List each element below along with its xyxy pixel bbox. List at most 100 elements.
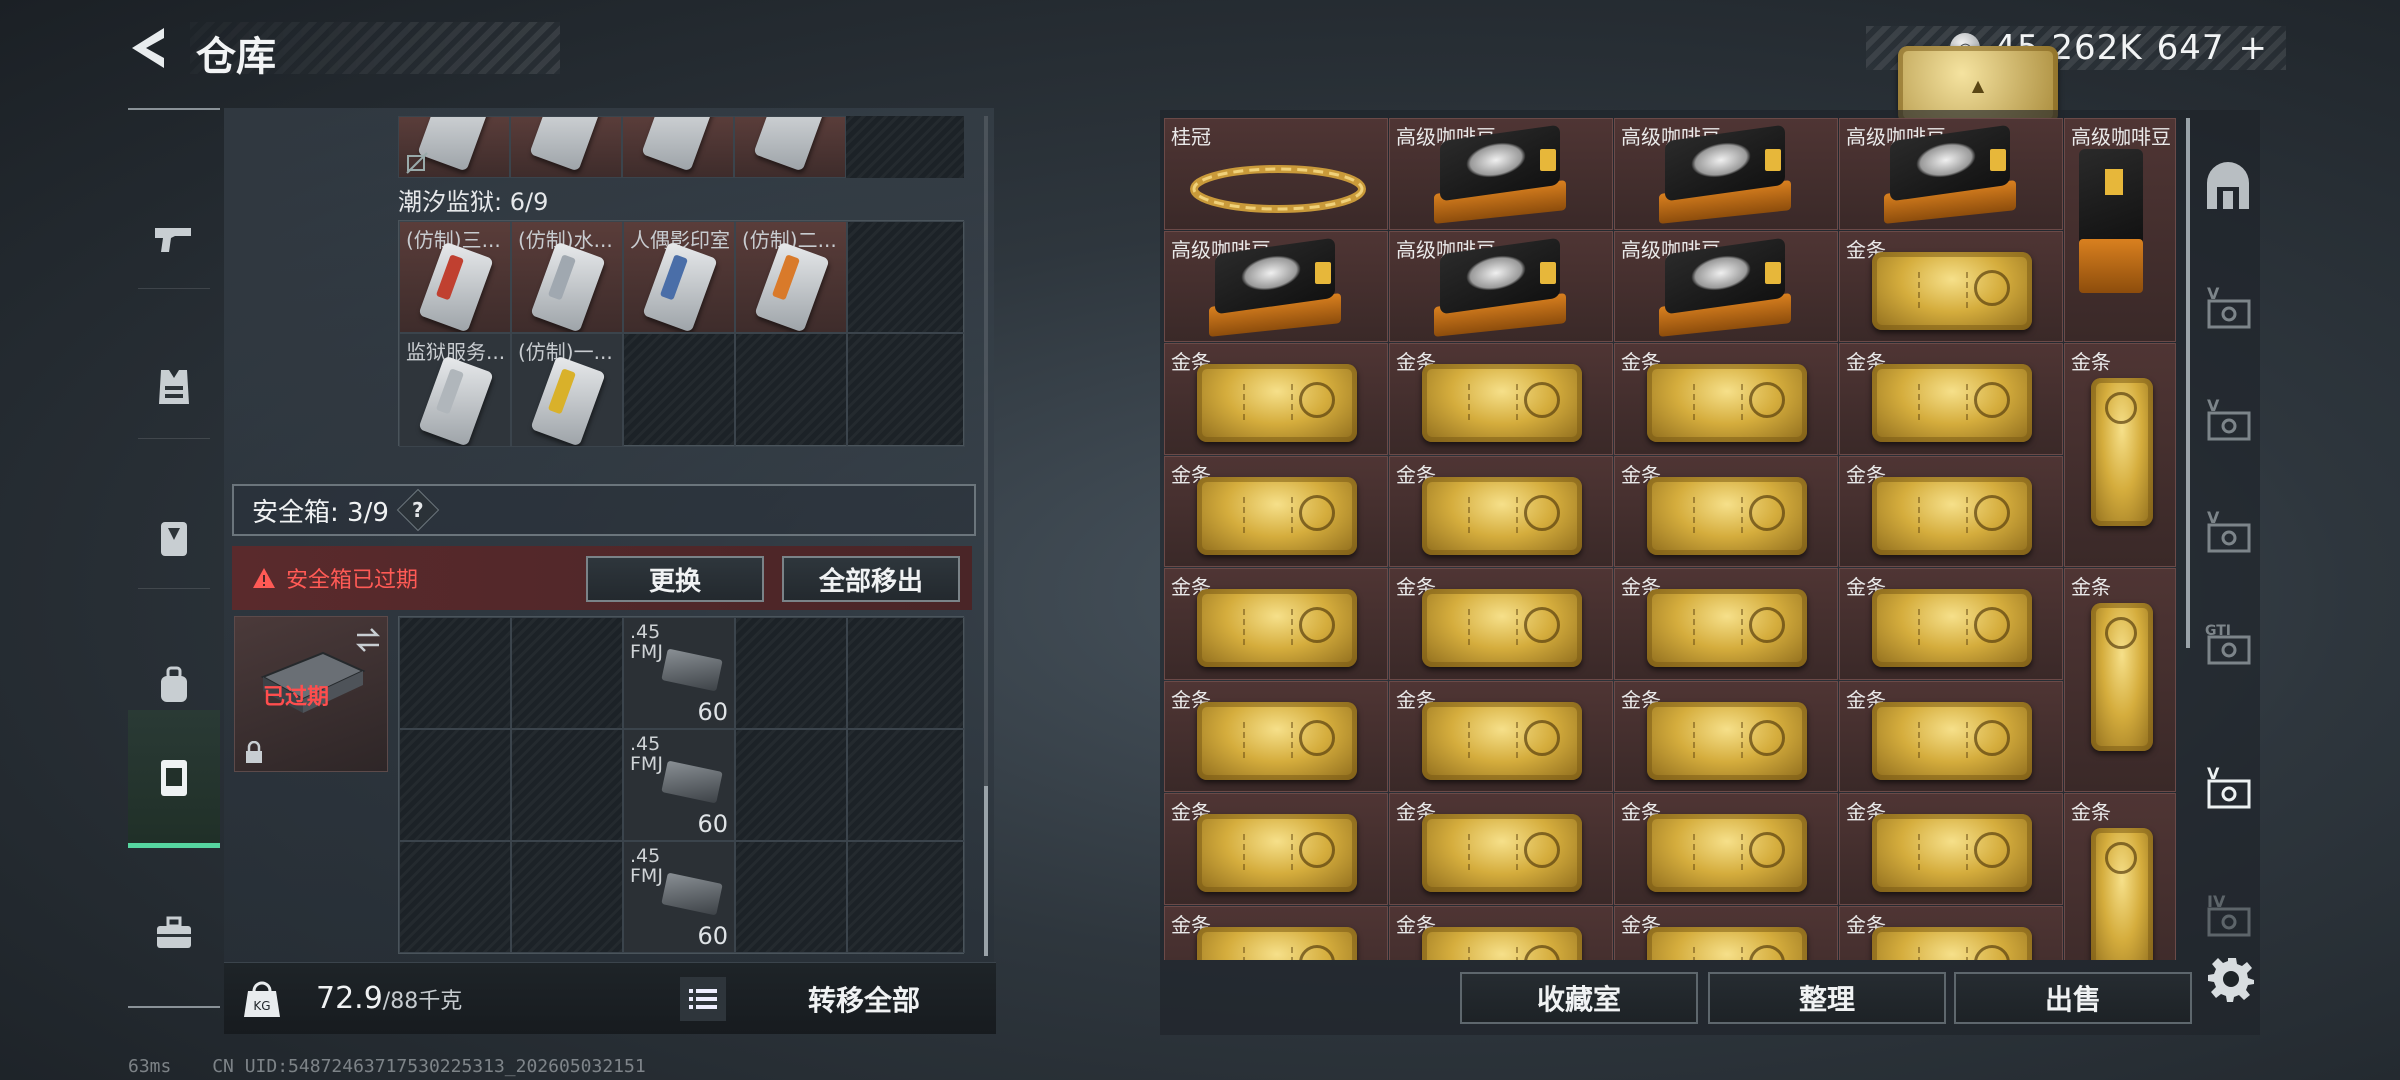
bar-engraving (1468, 496, 1518, 533)
stash-item[interactable]: 金条 (1389, 343, 1613, 455)
stash-item[interactable]: 金条 (1614, 568, 1838, 680)
empty-slot[interactable] (735, 617, 847, 729)
stash-item[interactable]: 金条 (1839, 343, 2063, 455)
empty-slot[interactable] (847, 617, 965, 729)
ammo-count: 60 (697, 810, 728, 838)
stash-item[interactable]: 金条 (2064, 793, 2176, 960)
stash-item[interactable]: 金条 (1614, 680, 1838, 792)
stash-item[interactable]: 金条 (1389, 905, 1613, 960)
right-scrollbar[interactable] (2186, 118, 2190, 648)
stash-item[interactable]: 金条 (1839, 905, 2063, 960)
empty-slot[interactable] (735, 841, 847, 953)
empty-slot[interactable] (399, 617, 511, 729)
stash-item[interactable]: 金条 (1164, 680, 1388, 792)
safebox-slot[interactable]: 已过期 (234, 616, 388, 772)
stash-tab-1[interactable]: V (2196, 252, 2260, 364)
grid-cell[interactable] (622, 116, 734, 178)
stash-item[interactable]: 金条 (1839, 455, 2063, 567)
prison-item[interactable]: (仿制)水... (511, 221, 623, 333)
help-button[interactable]: ? (396, 488, 440, 532)
stash-tab-4[interactable]: GTI (2196, 588, 2260, 700)
stash-item[interactable]: 高级咖啡豆 (1839, 118, 2063, 230)
rig-icon (161, 666, 187, 702)
stash-item[interactable]: 金条 (1389, 568, 1613, 680)
grid-cell[interactable] (398, 116, 510, 178)
add-currency-button[interactable]: + (2239, 28, 2269, 68)
sort-button[interactable]: 整理 (1708, 972, 1946, 1024)
stash-item[interactable]: 金条 (1839, 680, 2063, 792)
grid-cell[interactable] (510, 116, 622, 178)
nav-toolbox[interactable] (128, 868, 220, 998)
stash-item[interactable]: 金条 (1614, 905, 1838, 960)
stash-item[interactable]: 高级咖啡豆 (1389, 230, 1613, 342)
stash-item[interactable]: 高级咖啡豆 (1389, 118, 1613, 230)
stash-item[interactable]: 金条 (1164, 343, 1388, 455)
replace-button[interactable]: 更换 (586, 556, 764, 602)
scrollbar-thumb[interactable] (984, 786, 988, 956)
stash-item[interactable]: 高级咖啡豆 (1164, 230, 1388, 342)
stash-item[interactable]: 金条 (1389, 455, 1613, 567)
empty-slot[interactable] (511, 617, 623, 729)
stash-item[interactable]: 高级咖啡豆 (1614, 118, 1838, 230)
stash-tab-5-active[interactable]: V (2196, 732, 2260, 844)
stash-item[interactable]: 金条 (1164, 905, 1388, 960)
stash-item[interactable]: 高级咖啡豆 (2064, 118, 2176, 342)
ammo-item[interactable]: .45 FMJ 60 (623, 841, 735, 953)
stash-item[interactable]: 高级咖啡豆 (1614, 230, 1838, 342)
nav-weapons[interactable] (128, 174, 220, 304)
stash-item[interactable]: 金条 (1164, 568, 1388, 680)
empty-slot[interactable] (511, 729, 623, 841)
bar-engraving (1243, 496, 1293, 533)
swap-icon[interactable] (353, 625, 383, 655)
ammo-item[interactable]: .45 FMJ 60 (623, 617, 735, 729)
settings-gear-icon[interactable] (2208, 954, 2256, 1002)
stash-item[interactable]: 金条 (1164, 455, 1388, 567)
gold-bar-icon (1872, 251, 2032, 330)
stash-item[interactable]: 桂冠 (1164, 118, 1388, 230)
stash-tab-3[interactable]: V (2196, 476, 2260, 588)
empty-slot[interactable] (735, 729, 847, 841)
left-scrollbar[interactable] (984, 116, 988, 956)
ammo-item[interactable]: .45 FMJ 60 (623, 729, 735, 841)
nav-backpack[interactable] (128, 472, 220, 602)
stash-item[interactable]: 金条 (2064, 343, 2176, 567)
sell-button[interactable]: 出售 (1954, 972, 2192, 1024)
prison-item[interactable]: 人偶影印室 (623, 221, 735, 333)
nav-safebox[interactable] (128, 710, 220, 848)
stash-tab-2[interactable]: V (2196, 364, 2260, 476)
list-view-button[interactable] (680, 977, 726, 1021)
bar-stamp (1524, 944, 1560, 960)
empty-slot[interactable] (511, 841, 623, 953)
prison-item[interactable]: 监狱服务... (399, 333, 511, 447)
grid-cell[interactable] (734, 116, 846, 178)
empty-slot[interactable] (847, 333, 965, 447)
stash-item[interactable]: 金条 (1839, 230, 2063, 342)
move-all-out-button[interactable]: 全部移出 (782, 556, 960, 602)
collection-room-button[interactable]: 收藏室 (1460, 972, 1698, 1024)
empty-slot[interactable] (847, 729, 965, 841)
prison-item[interactable]: (仿制)一... (511, 333, 623, 447)
prison-item[interactable]: (仿制)二... (735, 221, 847, 333)
empty-slot[interactable] (623, 333, 735, 447)
stash-item[interactable]: 金条 (1614, 343, 1838, 455)
empty-slot[interactable] (847, 841, 965, 953)
stash-item[interactable]: 金条 (1614, 793, 1838, 905)
empty-slot[interactable] (847, 221, 965, 333)
stash-item[interactable]: 金条 (1164, 793, 1388, 905)
stash-tab-main[interactable] (2196, 132, 2260, 244)
nav-armor[interactable] (128, 322, 220, 452)
back-arrow-icon[interactable] (124, 22, 176, 74)
stash-item[interactable]: 金条 (1389, 793, 1613, 905)
stash-item[interactable]: 金条 (1614, 455, 1838, 567)
stash-item[interactable]: 金条 (1839, 568, 2063, 680)
transfer-all-button[interactable]: 转移全部 (744, 971, 984, 1027)
empty-slot[interactable] (399, 841, 511, 953)
empty-slot[interactable] (399, 729, 511, 841)
vest-icon (159, 370, 189, 404)
stash-item[interactable]: 金条 (1389, 680, 1613, 792)
bar-engraving (1243, 946, 1293, 960)
stash-item[interactable]: 金条 (1839, 793, 2063, 905)
prison-item[interactable]: (仿制)三... (399, 221, 511, 333)
stash-item[interactable]: 金条 (2064, 568, 2176, 792)
empty-slot[interactable] (735, 333, 847, 447)
